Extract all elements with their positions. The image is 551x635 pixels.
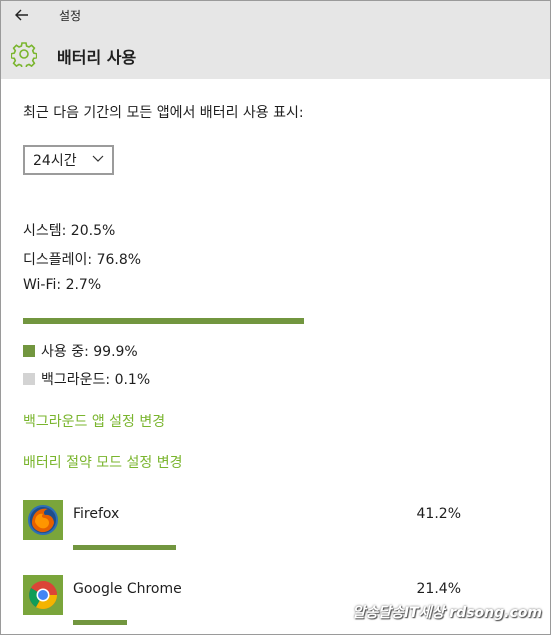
app-usage-bar <box>73 545 176 550</box>
stat-wifi: Wi-Fi: 2.7% <box>23 277 102 293</box>
battery-saver-settings-link[interactable]: 배터리 절약 모드 설정 변경 <box>23 452 182 472</box>
app-percent: 21.4% <box>416 581 461 597</box>
page-title: 배터리 사용 <box>57 48 137 67</box>
gear-icon <box>11 42 37 67</box>
stat-system: 시스템: 20.5% <box>23 223 116 239</box>
back-button[interactable] <box>11 5 33 25</box>
legend-in-use: 사용 중: 99.9% <box>23 341 138 361</box>
app-usage-bar <box>73 620 127 625</box>
chevron-down-icon <box>92 151 104 168</box>
watermark: 알송달송IT세상 rdsong.com <box>352 605 542 621</box>
background-apps-settings-link[interactable]: 백그라운드 앱 설정 변경 <box>23 411 165 431</box>
intro-text: 최근 다음 기간의 모든 앱에서 배터리 사용 표시: <box>23 105 304 121</box>
stat-display: 디스플레이: 76.8% <box>23 252 142 268</box>
legend-background: 백그라운드: 0.1% <box>23 369 150 389</box>
firefox-icon <box>23 500 63 540</box>
chrome-icon <box>23 575 63 615</box>
title-bar: 설정 <box>1 1 550 29</box>
legend-swatch-in-use <box>23 345 35 357</box>
app-name: Firefox <box>73 506 120 522</box>
app-percent: 41.2% <box>416 506 461 522</box>
back-arrow-icon <box>15 9 28 21</box>
app-title: 설정 <box>59 9 82 23</box>
period-select[interactable]: 24시간 <box>23 145 114 175</box>
legend-background-label: 백그라운드: 0.1% <box>41 372 151 388</box>
period-select-value: 24시간 <box>33 153 77 169</box>
legend-in-use-label: 사용 중: 99.9% <box>41 344 138 360</box>
page-header: 배터리 사용 <box>1 29 550 79</box>
app-name: Google Chrome <box>73 581 182 597</box>
app-row-firefox[interactable]: Firefox 41.2% <box>23 500 483 560</box>
usage-bar <box>23 318 304 324</box>
legend-swatch-background <box>23 373 35 385</box>
